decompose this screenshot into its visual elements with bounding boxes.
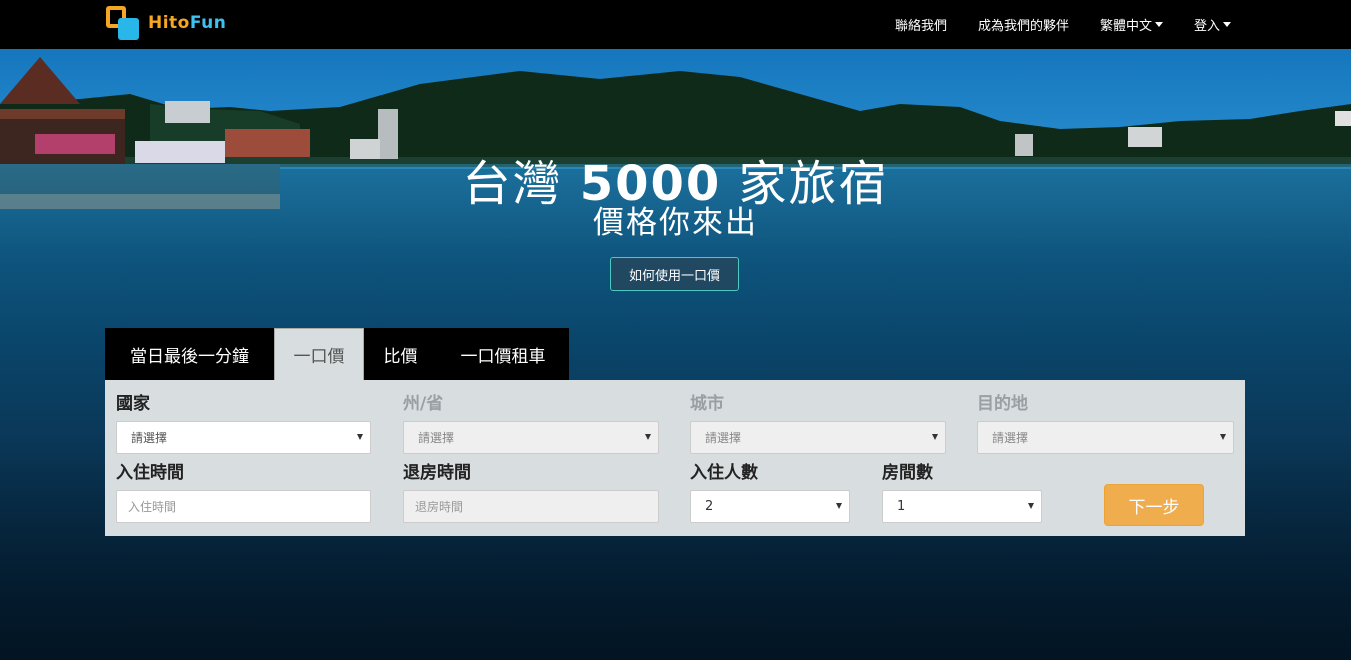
country-select[interactable]: 請選擇 (116, 421, 371, 454)
dropdown-arrow-icon (645, 434, 651, 440)
checkout-placeholder: 退房時間 (415, 500, 464, 514)
checkout-date-input[interactable]: 退房時間 (403, 490, 659, 523)
guests-select-value: 2 (705, 499, 714, 514)
checkin-placeholder: 入住時間 (128, 500, 177, 514)
caret-down-icon (1223, 22, 1231, 27)
tab-last-minute[interactable]: 當日最後一分鐘 (105, 328, 274, 380)
checkout-label: 退房時間 (403, 463, 471, 483)
tab-car-rental[interactable]: 一口價租車 (437, 328, 569, 380)
city-select[interactable]: 請選擇 (690, 421, 946, 454)
search-form-panel: 國家 州/省 城市 目的地 請選擇 請選擇 請選擇 請選擇 入住時間 退房時間 … (105, 380, 1245, 536)
top-navbar: HitoFun 聯絡我們 成為我們的夥伴 繁體中文 登入 (0, 0, 1351, 49)
dropdown-arrow-icon (1028, 503, 1034, 509)
caret-down-icon (1154, 22, 1163, 27)
rooms-select-value: 1 (897, 499, 906, 514)
dropdown-arrow-icon (836, 503, 842, 509)
rooms-select[interactable]: 1 (882, 490, 1042, 523)
destination-label: 目的地 (977, 394, 1028, 414)
rooms-label: 房間數 (882, 463, 933, 483)
checkin-label: 入住時間 (116, 463, 184, 483)
tab-compare[interactable]: 比價 (364, 328, 437, 380)
hero-subheadline: 價格你來出 (593, 205, 758, 241)
dropdown-arrow-icon (357, 434, 363, 440)
tab-fixed-price[interactable]: 一口價 (274, 328, 364, 380)
guests-label: 入住人數 (690, 463, 758, 483)
dropdown-arrow-icon (932, 434, 938, 440)
how-to-use-button[interactable]: 如何使用一口價 (610, 257, 739, 291)
login-dropdown[interactable]: 登入 (1194, 15, 1231, 34)
logo[interactable]: HitoFun (106, 5, 246, 41)
destination-select-value: 請選擇 (992, 431, 1029, 445)
province-select-value: 請選擇 (418, 431, 455, 445)
country-label: 國家 (116, 394, 150, 414)
nav-contact-link[interactable]: 聯絡我們 (895, 15, 947, 34)
nav-menu: 聯絡我們 成為我們的夥伴 繁體中文 登入 (864, 0, 1231, 49)
province-label: 州/省 (403, 394, 444, 414)
checkin-date-input[interactable]: 入住時間 (116, 490, 371, 523)
destination-select[interactable]: 請選擇 (977, 421, 1234, 454)
guests-select[interactable]: 2 (690, 490, 850, 523)
country-select-value: 請選擇 (131, 431, 168, 445)
language-dropdown[interactable]: 繁體中文 (1100, 15, 1163, 34)
dropdown-arrow-icon (1220, 434, 1226, 440)
booking-tabs: 當日最後一分鐘 一口價 比價 一口價租車 (105, 328, 569, 380)
city-select-value: 請選擇 (705, 431, 742, 445)
city-label: 城市 (690, 394, 724, 414)
next-step-button[interactable]: 下一步 (1104, 484, 1204, 526)
logo-text: HitoFun (148, 13, 227, 33)
nav-partner-link[interactable]: 成為我們的夥伴 (978, 15, 1069, 34)
province-select[interactable]: 請選擇 (403, 421, 659, 454)
logo-icon (106, 6, 140, 40)
